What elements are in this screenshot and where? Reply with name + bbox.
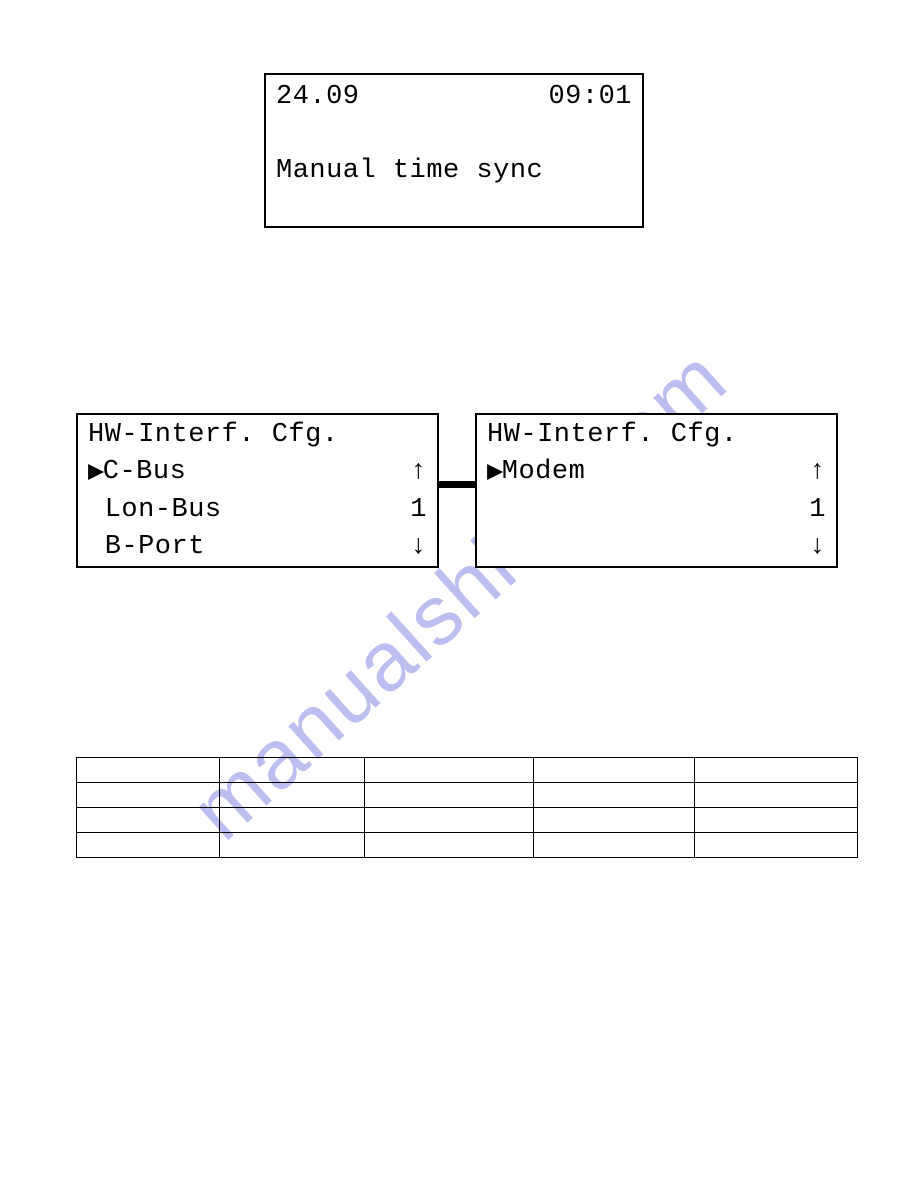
- lcd-display-top: 24.09 09:01 Manual time sync: [264, 73, 644, 228]
- lcd-panel-right[interactable]: HW-Interf. Cfg. ▶Modem ↑ 1 ↓: [475, 413, 838, 568]
- panel-right-title-row: HW-Interf. Cfg.: [487, 417, 826, 454]
- table-row: [77, 783, 858, 808]
- panel-right-title: HW-Interf. Cfg.: [487, 417, 738, 454]
- panel-right-item-1: 1: [487, 492, 826, 529]
- panel-right-item-2: ↓: [487, 529, 826, 566]
- scroll-down-icon[interactable]: ↓: [410, 529, 427, 566]
- lcd-time: 09:01: [548, 79, 632, 116]
- table-row: [77, 758, 858, 783]
- panel-left-title: HW-Interf. Cfg.: [88, 417, 339, 454]
- lcd-panel-left[interactable]: HW-Interf. Cfg. ▶C-Bus ↑ Lon-Bus 1 B-Por…: [76, 413, 439, 568]
- panel-left-item-1[interactable]: Lon-Bus 1: [88, 492, 427, 529]
- scroll-down-icon[interactable]: ↓: [809, 529, 826, 566]
- scroll-up-icon[interactable]: ↑: [809, 454, 826, 492]
- panel-right-item-0[interactable]: ▶Modem ↑: [487, 454, 826, 492]
- lcd-date: 24.09: [276, 79, 360, 116]
- scroll-up-icon[interactable]: ↑: [410, 454, 427, 492]
- table-row: [77, 833, 858, 858]
- page-indicator: 1: [410, 492, 427, 529]
- panel-left-title-row: HW-Interf. Cfg.: [88, 417, 427, 454]
- settings-table: [76, 757, 858, 858]
- lcd-message: Manual time sync: [276, 153, 632, 190]
- panel-left-item-2[interactable]: B-Port ↓: [88, 529, 427, 566]
- panel-left-item-0[interactable]: ▶C-Bus ↑: [88, 454, 427, 492]
- panel-connector: [439, 481, 475, 488]
- table-row: [77, 808, 858, 833]
- page-indicator: 1: [809, 492, 826, 529]
- lcd-top-row: 24.09 09:01: [276, 79, 632, 116]
